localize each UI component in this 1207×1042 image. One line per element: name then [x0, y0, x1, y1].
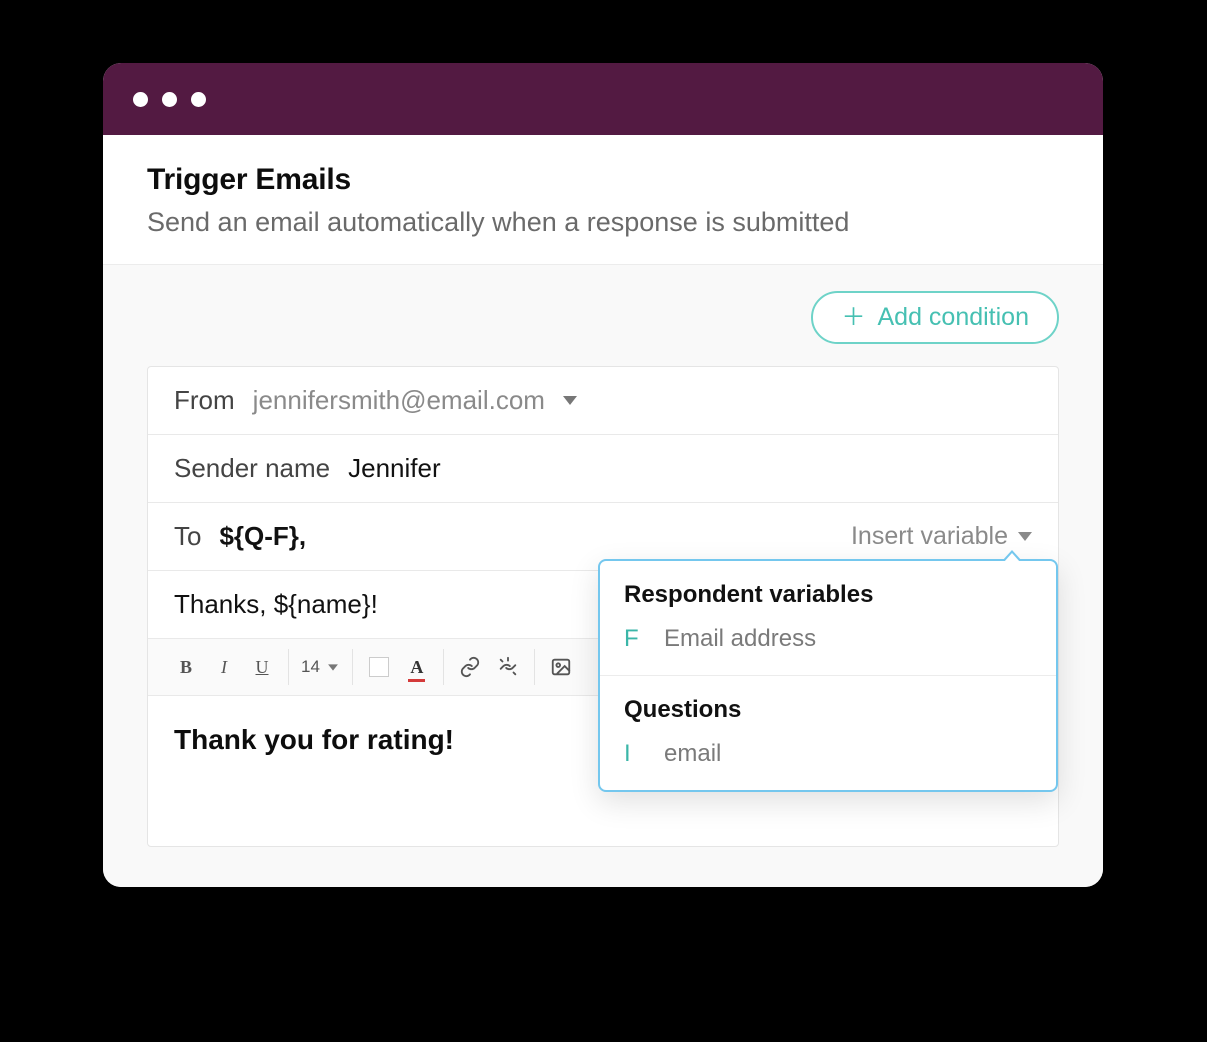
unlink-button[interactable] — [494, 653, 522, 681]
panel-header: Trigger Emails Send an email automatical… — [103, 135, 1103, 264]
window-control-dot[interactable] — [133, 92, 148, 107]
email-body-text: Thank you for rating! — [174, 724, 454, 755]
app-window: Trigger Emails Send an email automatical… — [103, 63, 1103, 887]
dropdown-item-email-address[interactable]: F Email address — [624, 621, 1032, 657]
plus-icon: ＋ — [841, 306, 865, 330]
dropdown-item-key: F — [624, 625, 646, 653]
dropdown-section-title: Questions — [624, 696, 1032, 724]
underline-button[interactable]: U — [248, 653, 276, 681]
page-title: Trigger Emails — [147, 163, 1059, 197]
dropdown-section-title: Respondent variables — [624, 581, 1032, 609]
sender-name-value[interactable]: Jennifer — [348, 453, 441, 484]
chevron-down-icon[interactable] — [563, 396, 577, 405]
from-row: From jennifersmith@email.com — [148, 367, 1058, 435]
window-titlebar — [103, 63, 1103, 135]
dropdown-item-key: I — [624, 740, 646, 768]
window-inner: Trigger Emails Send an email automatical… — [103, 63, 1103, 887]
dropdown-section-respondent: Respondent variables F Email address — [600, 561, 1056, 675]
sender-name-label: Sender name — [174, 453, 330, 484]
link-icon — [459, 656, 481, 678]
window-control-dot[interactable] — [162, 92, 177, 107]
image-button[interactable] — [547, 653, 575, 681]
window-control-dot[interactable] — [191, 92, 206, 107]
image-icon — [550, 656, 572, 678]
add-condition-row: ＋ Add condition — [147, 291, 1059, 344]
to-row: To ${Q-F}, Insert variable Respondent va… — [148, 503, 1058, 571]
subject-value: Thanks, ${name}! — [174, 589, 378, 620]
insert-variable-dropdown: Respondent variables F Email address Que… — [598, 559, 1058, 792]
unlink-icon — [497, 656, 519, 678]
email-composer: From jennifersmith@email.com Sender name… — [147, 366, 1059, 847]
italic-button[interactable]: I — [210, 653, 238, 681]
from-value[interactable]: jennifersmith@email.com — [253, 385, 545, 416]
add-condition-button[interactable]: ＋ Add condition — [811, 291, 1059, 344]
insert-variable-button[interactable]: Insert variable — [851, 522, 1032, 551]
dropdown-section-questions: Questions I email — [600, 675, 1056, 790]
chevron-down-icon — [1018, 532, 1032, 541]
from-label: From — [174, 385, 235, 416]
sender-name-row: Sender name Jennifer — [148, 435, 1058, 503]
insert-variable-label: Insert variable — [851, 522, 1008, 551]
bold-button[interactable]: B — [172, 653, 200, 681]
highlight-color-button[interactable] — [365, 653, 393, 681]
panel-body: ＋ Add condition From jennifersmith@email… — [103, 264, 1103, 887]
link-button[interactable] — [456, 653, 484, 681]
text-color-button[interactable]: A — [403, 653, 431, 681]
page-subtitle: Send an email automatically when a respo… — [147, 207, 1059, 238]
dropdown-item-label: Email address — [664, 625, 816, 653]
dropdown-item-email[interactable]: I email — [624, 736, 1032, 772]
font-size-value: 14 — [301, 657, 320, 677]
add-condition-label: Add condition — [877, 303, 1029, 332]
chevron-down-icon — [328, 664, 338, 670]
to-label: To — [174, 521, 201, 552]
dropdown-item-label: email — [664, 740, 721, 768]
to-value[interactable]: ${Q-F}, — [219, 521, 306, 552]
font-size-select[interactable]: 14 — [301, 657, 340, 677]
